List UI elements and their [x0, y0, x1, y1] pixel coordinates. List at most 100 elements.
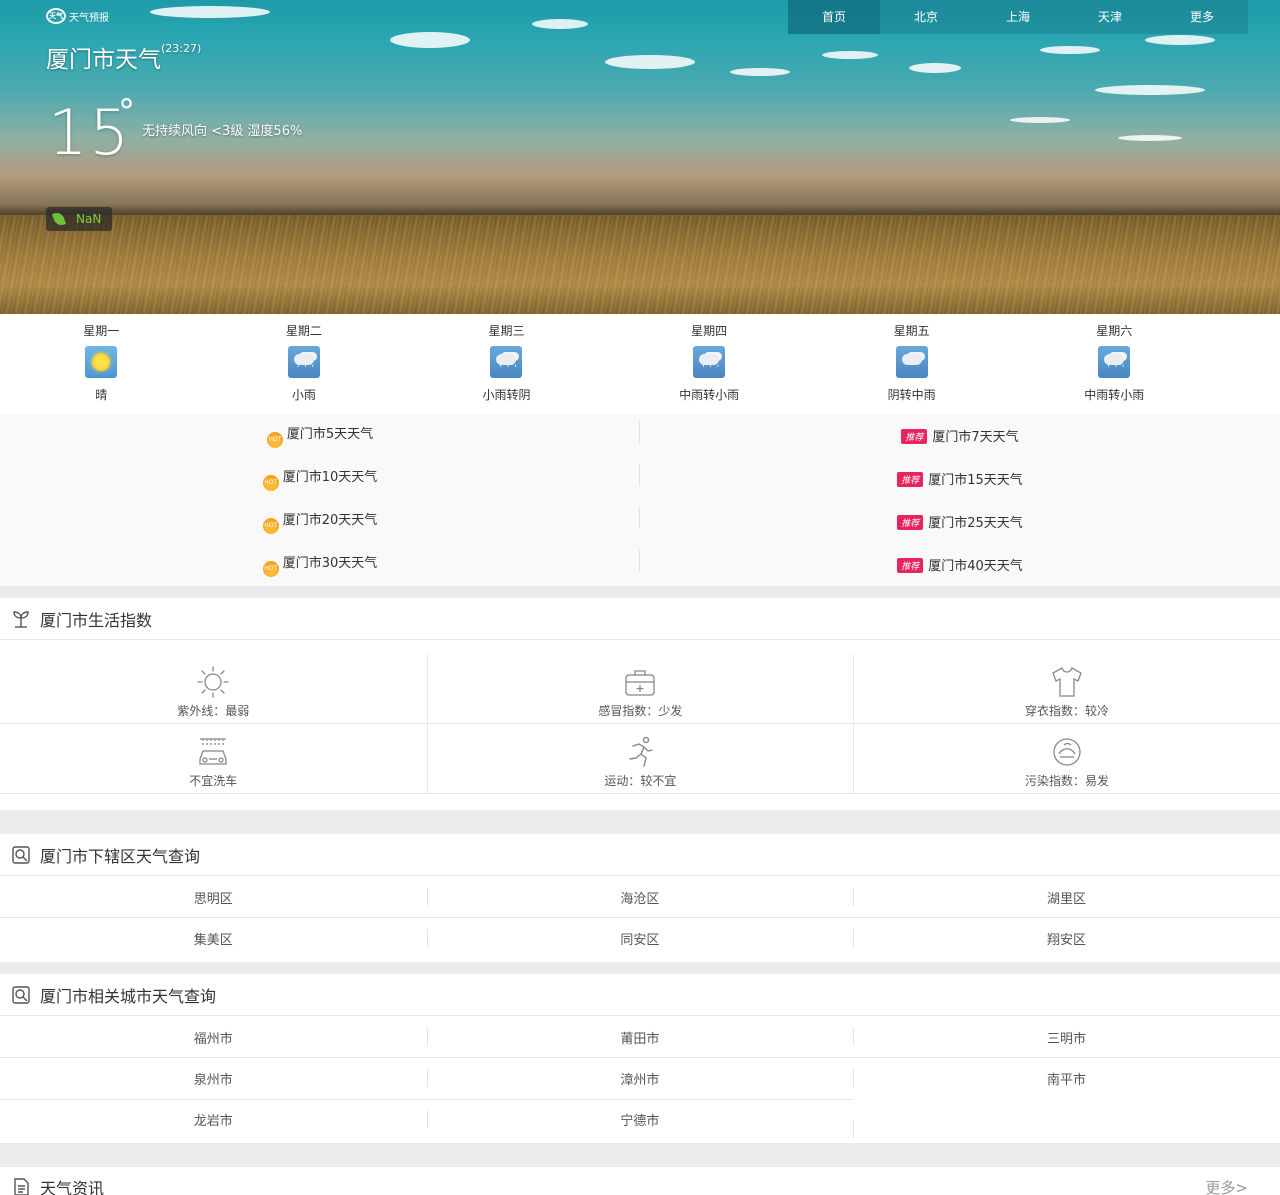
related-cities-header: 厦门市相关城市天气查询 [0, 974, 1280, 1016]
life-item-text: 紫外线：最弱 [177, 704, 250, 718]
district-link[interactable]: 翔安区 [853, 929, 1280, 948]
district-weather-title: 厦门市下辖区天气查询 [40, 846, 201, 866]
recommend-badge: 推荐 [897, 515, 924, 530]
link-40-day[interactable]: 推荐 厦门市40天天气 [640, 555, 1280, 574]
life-item-uv[interactable]: 紫外线：最弱 [0, 654, 427, 723]
link-label: 厦门市20天天气 [282, 513, 378, 528]
district-link[interactable]: 集美区 [0, 929, 427, 948]
leaf-icon [51, 210, 67, 228]
link-25-day[interactable]: 推荐 厦门市25天天气 [640, 512, 1280, 531]
link-10-day[interactable]: HOT 厦门市10天天气 [0, 464, 640, 491]
nav-item-more[interactable]: 更多 [1156, 0, 1248, 34]
city-link[interactable]: 泉州市 [0, 1069, 427, 1088]
district-link[interactable]: 海沧区 [426, 887, 854, 907]
link-label: 厦门市7天天气 [932, 430, 1019, 445]
forecast-day[interactable]: 星期三 小雨转阴 [405, 314, 608, 414]
nav-item-beijing[interactable]: 北京 [880, 0, 972, 34]
link-label: 厦门市5天天气 [286, 427, 374, 442]
city-link[interactable]: 南平市 [853, 1069, 1280, 1088]
link-20-day[interactable]: HOT 厦门市20天天气 [0, 507, 640, 534]
sunny-icon [85, 346, 118, 378]
grass-field [0, 215, 1280, 314]
hot-flame-icon: HOT [262, 518, 279, 534]
update-time: (23:27) [161, 42, 202, 55]
recommend-badge: 推荐 [897, 558, 924, 573]
page-title: 厦门市天气(23:27) [46, 40, 201, 74]
life-item-text: 不宜洗车 [189, 774, 238, 788]
nav-item-tianjin[interactable]: 天津 [1064, 0, 1156, 34]
sun-outline-icon [0, 664, 427, 700]
nav-item-home[interactable]: 首页 [788, 0, 880, 34]
life-index-grid: 紫外线：最弱 感冒指数：少发 穿衣指数：较冷 不宜洗车 运动：较不宜 污染指数：… [0, 640, 1280, 810]
forecast-day[interactable]: 星期一 晴 [0, 314, 203, 414]
forecast-weekday: 星期一 [83, 324, 120, 338]
link-label: 厦门市10天天气 [282, 470, 378, 485]
section-divider [0, 586, 1280, 598]
medical-kit-icon [428, 664, 854, 700]
life-item-cold[interactable]: 感冒指数：少发 [426, 654, 854, 723]
light-rain-icon [490, 346, 523, 378]
district-link[interactable]: 湖里区 [853, 887, 1280, 907]
link-label: 厦门市25天天气 [928, 516, 1023, 531]
hot-flame-icon: HOT [266, 432, 283, 448]
life-item-pollution[interactable]: 污染指数：易发 [853, 724, 1280, 793]
life-item-sport[interactable]: 运动：较不宜 [426, 724, 854, 793]
link-label: 厦门市30天天气 [282, 556, 378, 571]
forecast-day[interactable]: 星期二 小雨 [203, 314, 406, 414]
related-city-list: 福州市 莆田市 三明市 泉州市 漳州市 南平市 龙岩市 宁德市 [0, 1017, 1280, 1143]
forecast-weekday: 星期三 [488, 324, 525, 338]
link-15-day[interactable]: 推荐 厦门市15天天气 [640, 469, 1280, 488]
pollution-icon [854, 734, 1280, 770]
life-index-title: 厦门市生活指数 [40, 610, 153, 630]
link-30-day[interactable]: HOT 厦门市30天天气 [0, 550, 640, 577]
logo-icon: 天气 [46, 8, 66, 24]
forecast-weekday: 星期二 [285, 324, 322, 338]
aqi-badge[interactable]: NaN [46, 207, 112, 231]
forecast-desc: 中雨转小雨 [1084, 388, 1145, 402]
shirt-icon [854, 664, 1280, 700]
city-name: 厦门市天气 [46, 47, 161, 73]
nav-item-shanghai[interactable]: 上海 [972, 0, 1064, 34]
link-7-day[interactable]: 推荐 厦门市7天天气 [640, 426, 1280, 445]
forecast-weekday: 星期六 [1096, 324, 1133, 338]
forecast-range-links: HOT 厦门市5天天气 推荐 厦门市7天天气 HOT 厦门市10天天气 推荐 厦门市15… [0, 414, 1280, 586]
life-item-text: 穿衣指数：较冷 [1024, 704, 1109, 718]
link-5-day[interactable]: HOT 厦门市5天天气 [0, 421, 640, 448]
section-divider [0, 962, 1280, 974]
life-index-header: 厦门市生活指数 [0, 598, 1280, 640]
forecast-weekday: 星期五 [893, 324, 930, 338]
city-link[interactable]: 漳州市 [426, 1069, 854, 1088]
recommend-badge: 推荐 [901, 429, 928, 444]
district-weather-header: 厦门市下辖区天气查询 [0, 834, 1280, 876]
city-link[interactable]: 莆田市 [426, 1027, 854, 1047]
life-item-text: 污染指数：易发 [1024, 774, 1109, 788]
district-link[interactable]: 同安区 [426, 929, 854, 948]
moderate-rain-icon [1098, 346, 1131, 378]
life-item-text: 感冒指数：少发 [598, 704, 683, 718]
life-item-clothing[interactable]: 穿衣指数：较冷 [853, 654, 1280, 723]
city-link[interactable]: 三明市 [853, 1027, 1280, 1047]
sprout-icon [10, 608, 32, 630]
current-conditions: 无持续风向 <3级 湿度56% [142, 124, 303, 139]
related-cities-title: 厦门市相关城市天气查询 [40, 986, 217, 1006]
forecast-day[interactable]: 星期四 中雨转小雨 [608, 314, 811, 414]
document-icon [10, 1176, 32, 1195]
life-item-text: 运动：较不宜 [604, 774, 677, 788]
search-icon [10, 984, 32, 1006]
city-link[interactable]: 福州市 [0, 1028, 427, 1047]
forecast-day[interactable]: 星期五 阴转中雨 [810, 314, 1013, 414]
city-link[interactable]: 宁德市 [426, 1110, 854, 1129]
news-more-link[interactable]: 更多> [1205, 1177, 1248, 1195]
forecast-day[interactable]: 星期六 中雨转小雨 [1013, 314, 1216, 414]
forecast-desc: 小雨 [291, 388, 316, 402]
city-link[interactable]: 龙岩市 [0, 1110, 427, 1129]
hot-flame-icon: HOT [262, 561, 279, 577]
weather-news-header: 天气资讯 更多> [0, 1167, 1280, 1195]
link-label: 厦门市40天天气 [928, 559, 1023, 574]
overcast-icon [895, 346, 928, 378]
aqi-value: NaN [76, 212, 102, 226]
life-item-carwash[interactable]: 不宜洗车 [0, 724, 427, 793]
forecast-desc: 中雨转小雨 [679, 388, 740, 402]
district-link[interactable]: 思明区 [0, 888, 427, 907]
site-logo[interactable]: 天气 天气预报 [46, 8, 109, 24]
